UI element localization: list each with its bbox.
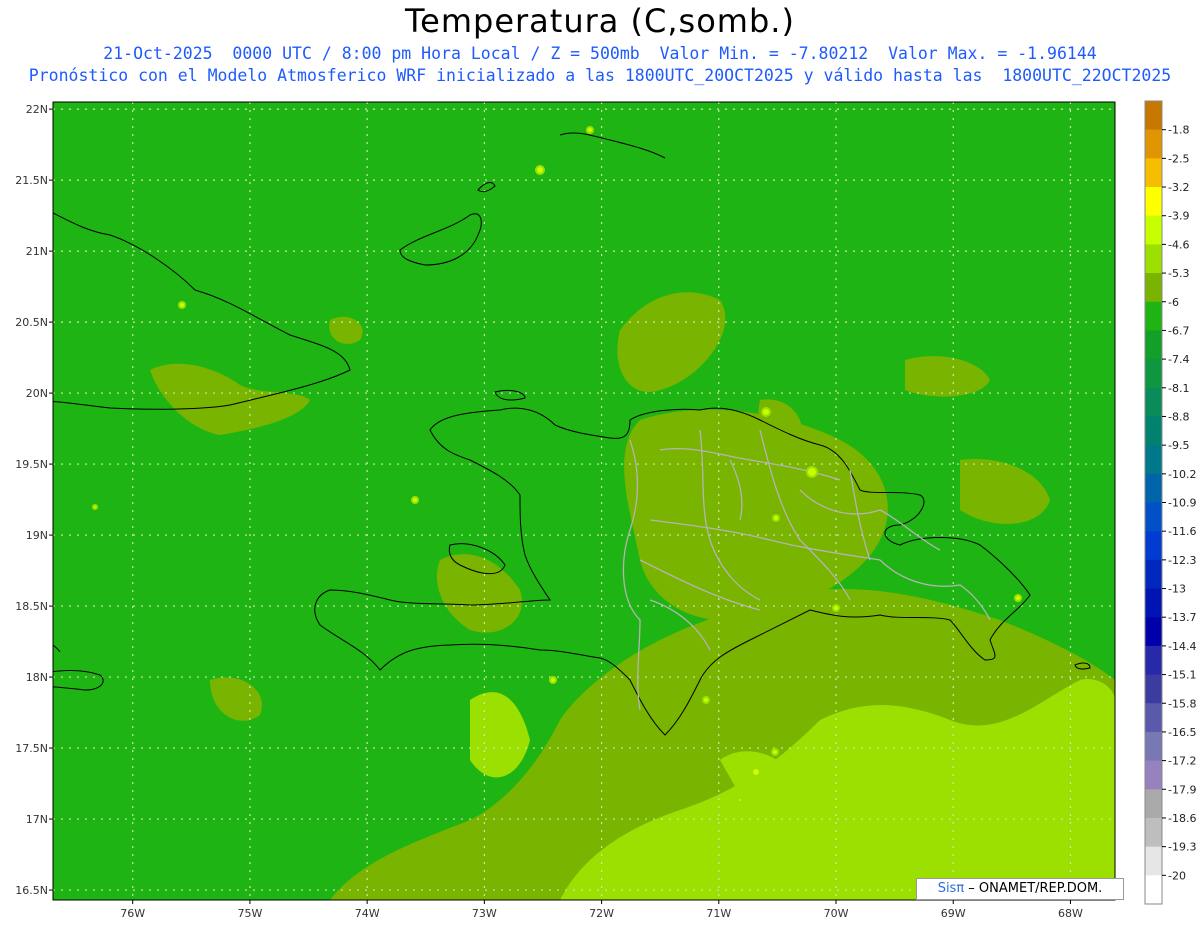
longitude-tick-label: 68W — [1058, 907, 1083, 920]
longitude-tick-label: 72W — [589, 907, 614, 920]
colorbar-swatch — [1145, 875, 1162, 905]
temperature-map: 22N 21.5N 21N 20.5N 20N 19.5N 19N 18.5N 18N 17.5N… — [15, 100, 1196, 920]
latitude-tick-label: 21N — [26, 245, 48, 258]
colorbar-label: -12.3 — [1168, 554, 1196, 567]
colorbar: -1.8 -2.5 -3.2 -3.9 -4.6 -5.3 -6 -6.7 -7.4 -8.1 -8… — [1144, 100, 1196, 905]
colorbar-label: -3.2 — [1168, 181, 1189, 194]
colorbar-swatch — [1145, 473, 1162, 503]
colorbar-swatch — [1145, 301, 1162, 331]
colorbar-swatch — [1145, 416, 1162, 446]
colorbar-label: -11.6 — [1168, 525, 1196, 538]
colorbar-label: -6.7 — [1168, 324, 1189, 337]
colorbar-label: -17.9 — [1168, 783, 1196, 796]
latitude-tick-label: 17.5N — [15, 742, 48, 755]
colorbar-label: -19.3 — [1168, 841, 1196, 854]
longitude-tick-label: 73W — [472, 907, 497, 920]
latitude-tick-label: 17N — [26, 813, 48, 826]
colorbar-swatch — [1145, 359, 1162, 389]
colorbar-label: -20 — [1168, 869, 1186, 882]
longitude-tick-label: 69W — [941, 907, 966, 920]
colorbar-swatch — [1145, 187, 1162, 217]
colorbar-label: -3.9 — [1168, 210, 1189, 223]
colorbar-swatch — [1145, 158, 1162, 188]
latitude-tick-label: 20N — [26, 387, 48, 400]
longitude-tick-label: 74W — [355, 907, 380, 920]
colorbar-label: -8.8 — [1168, 410, 1189, 423]
colorbar-label: -10.2 — [1168, 468, 1196, 481]
colorbar-label: -8.1 — [1168, 382, 1189, 395]
colorbar-label: -10.9 — [1168, 497, 1196, 510]
colorbar-label: -4.6 — [1168, 238, 1189, 251]
colorbar-swatch — [1145, 789, 1162, 819]
longitude-tick-label: 75W — [237, 907, 262, 920]
colorbar-label: -13.7 — [1168, 611, 1196, 624]
colorbar-swatch — [1145, 502, 1162, 532]
longitude-labels: 76W 75W 74W 73W 72W 71W 70W 69W 68W — [120, 900, 1083, 920]
colorbar-swatch — [1145, 129, 1162, 159]
colorbar-swatch — [1145, 215, 1162, 245]
colorbar-label: -15.8 — [1168, 697, 1196, 710]
colorbar-swatch — [1145, 101, 1162, 131]
latitude-tick-label: 19N — [26, 529, 48, 542]
colorbar-label: -7.4 — [1168, 353, 1189, 366]
colorbar-label: -15.1 — [1168, 669, 1196, 682]
colorbar-label: -9.5 — [1168, 439, 1189, 452]
colorbar-swatch — [1145, 387, 1162, 417]
longitude-tick-label: 70W — [824, 907, 849, 920]
latitude-tick-label: 16.5N — [15, 884, 48, 897]
latitude-tick-label: 22N — [26, 103, 48, 116]
colorbar-swatch — [1145, 846, 1162, 876]
colorbar-label: -16.5 — [1168, 726, 1196, 739]
latitude-tick-label: 19.5N — [15, 458, 48, 471]
colorbar-swatch — [1145, 330, 1162, 360]
colorbar-label: -13 — [1168, 583, 1186, 596]
longitude-tick-label: 76W — [120, 907, 145, 920]
credit-box: Sisπ – ONAMET/REP.DOM. — [916, 878, 1124, 900]
colorbar-swatch — [1145, 703, 1162, 733]
sispi-logo: Sisπ — [937, 881, 965, 896]
colorbar-label: -14.4 — [1168, 640, 1196, 653]
colorbar-label: -18.6 — [1168, 812, 1196, 825]
colorbar-swatch — [1145, 244, 1162, 274]
latitude-tick-label: 20.5N — [15, 316, 48, 329]
colorbar-swatch — [1145, 645, 1162, 676]
colorbar-swatch — [1145, 588, 1162, 618]
colorbar-label: -5.3 — [1168, 267, 1189, 280]
colorbar-swatch — [1145, 817, 1162, 848]
latitude-labels: 22N 21.5N 21N 20.5N 20N 19.5N 19N 18.5N 18N 17.5N… — [15, 103, 53, 897]
colorbar-label: -17.2 — [1168, 755, 1196, 768]
colorbar-swatch — [1145, 674, 1162, 704]
colorbar-swatch — [1145, 760, 1162, 790]
colorbar-swatch — [1145, 273, 1162, 303]
latitude-tick-label: 21.5N — [15, 174, 48, 187]
colorbar-label: -1.8 — [1168, 124, 1189, 137]
colorbar-label: -6 — [1168, 296, 1179, 309]
colorbar-swatch — [1145, 617, 1162, 647]
colorbar-label: -2.5 — [1168, 152, 1189, 165]
colorbar-swatch — [1145, 445, 1162, 475]
colorbar-swatch — [1145, 559, 1162, 590]
latitude-tick-label: 18N — [26, 671, 48, 684]
colorbar-swatch — [1145, 731, 1162, 762]
colorbar-swatch — [1145, 531, 1162, 561]
longitude-tick-label: 71W — [706, 907, 731, 920]
credit-text: – ONAMET/REP.DOM. — [964, 881, 1103, 896]
latitude-tick-label: 18.5N — [15, 600, 48, 613]
